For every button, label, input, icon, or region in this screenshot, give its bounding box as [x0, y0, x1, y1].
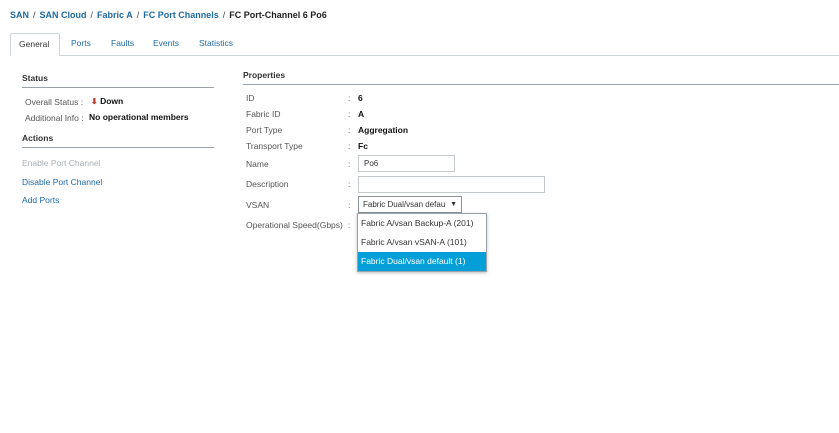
disable-port-channel-link[interactable]: Disable Port Channel: [22, 177, 102, 187]
colon: :: [348, 125, 351, 135]
caret-down-icon: ▼: [450, 201, 457, 208]
breadcrumb: SAN / SAN Cloud / Fabric A / FC Port Channels /…: [10, 10, 327, 20]
down-arrow-icon: ⬇: [91, 97, 98, 106]
vsan-option[interactable]: Fabric A/vsan vSAN-A (101): [358, 233, 486, 252]
tab-statistics[interactable]: Statistics: [199, 33, 233, 54]
tab-general[interactable]: General: [10, 33, 60, 56]
breadcrumb-current: FC Port-Channel 6 Po6: [229, 10, 327, 20]
breadcrumb-separator: /: [90, 10, 94, 20]
colon: :: [348, 93, 351, 103]
colon: :: [348, 220, 351, 230]
colon: :: [348, 200, 351, 210]
breadcrumb-san-cloud[interactable]: SAN Cloud: [40, 10, 87, 20]
overall-status-value: ⬇ Down: [91, 96, 123, 106]
vsan-option-selected[interactable]: Fabric Dual/vsan default (1): [358, 252, 486, 271]
tab-events[interactable]: Events: [153, 33, 179, 54]
colon: :: [348, 141, 351, 151]
breadcrumb-fc-port-channels[interactable]: FC Port Channels: [143, 10, 219, 20]
overall-status-text: Down: [100, 96, 124, 106]
fabric-id-label: Fabric ID: [246, 109, 281, 119]
port-type-value: Aggregation: [358, 125, 409, 135]
breadcrumb-separator: /: [33, 10, 36, 20]
status-heading: Status: [22, 73, 48, 83]
transport-type-label: Transport Type: [246, 141, 303, 151]
fabric-id-value: A: [358, 109, 365, 119]
properties-divider: [243, 84, 839, 85]
breadcrumb-separator: /: [222, 10, 226, 20]
name-label: Name: [246, 159, 269, 169]
vsan-dropdown-list: Fabric A/vsan Backup-A (201) Fabric A/vs…: [357, 213, 487, 272]
add-ports-link[interactable]: Add Ports: [22, 195, 59, 205]
colon: :: [348, 179, 351, 189]
overall-status-label: Overall Status :: [25, 97, 84, 107]
name-input[interactable]: [358, 155, 455, 172]
description-input[interactable]: [358, 176, 545, 193]
vsan-label: VSAN: [246, 200, 270, 210]
status-divider: [22, 87, 214, 88]
id-label: ID: [246, 93, 255, 103]
port-type-label: Port Type: [246, 125, 283, 135]
tab-ports[interactable]: Ports: [71, 33, 91, 54]
breadcrumb-san[interactable]: SAN: [10, 10, 29, 20]
tab-bar: General Ports Faults Events Statistics: [10, 33, 839, 56]
actions-heading: Actions: [22, 133, 54, 143]
colon: :: [348, 109, 351, 119]
enable-port-channel-link: Enable Port Channel: [22, 158, 101, 168]
description-label: Description: [246, 179, 289, 189]
breadcrumb-fabric-a[interactable]: Fabric A: [97, 10, 133, 20]
vsan-select-value: Fabric Dual/vsan defau: [363, 200, 446, 209]
vsan-select[interactable]: Fabric Dual/vsan defau ▼: [358, 196, 462, 213]
vsan-option[interactable]: Fabric A/vsan Backup-A (201): [358, 214, 486, 233]
breadcrumb-separator: /: [136, 10, 140, 20]
operational-speed-label: Operational Speed(Gbps): [246, 220, 343, 230]
colon: :: [348, 159, 351, 169]
additional-info-value: No operational members: [89, 112, 189, 122]
transport-type-value: Fc: [358, 141, 368, 151]
additional-info-label: Additional Info :: [25, 113, 84, 123]
properties-heading: Properties: [243, 70, 286, 80]
actions-divider: [22, 147, 214, 148]
id-value: 6: [358, 93, 363, 103]
tab-faults[interactable]: Faults: [111, 33, 134, 54]
